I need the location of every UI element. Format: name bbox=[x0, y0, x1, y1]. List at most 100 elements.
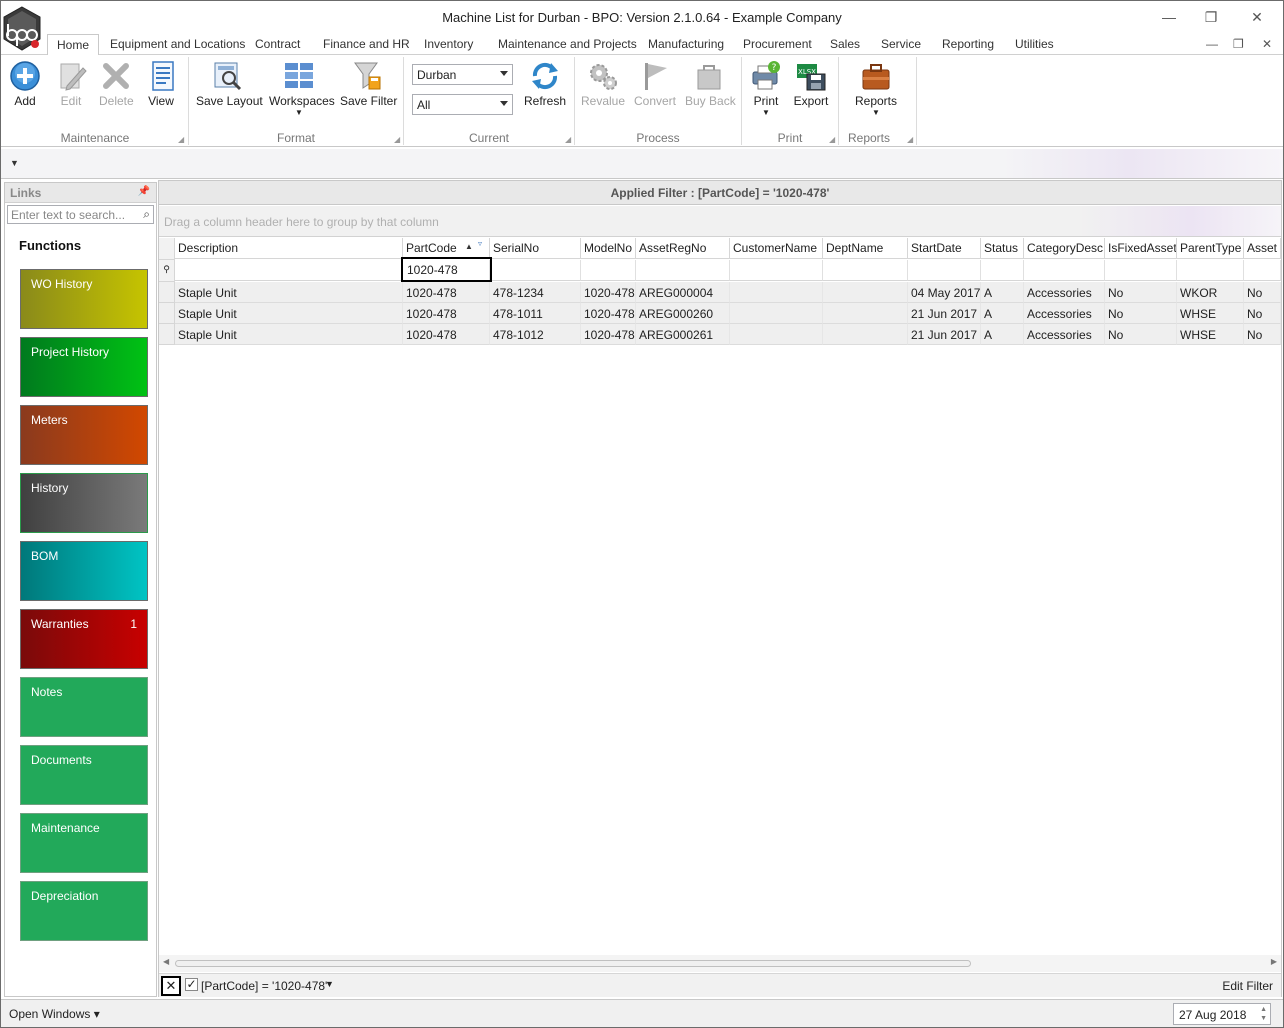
column-header-modelno[interactable]: ModelNo bbox=[581, 238, 636, 259]
date-spinner-icon[interactable]: ▲ ▼ bbox=[1260, 1005, 1267, 1023]
reports-launcher-icon[interactable]: ◢ bbox=[907, 135, 913, 144]
column-header-status[interactable]: Status bbox=[981, 238, 1024, 259]
filter-cell-categorydesc[interactable] bbox=[1024, 260, 1105, 281]
filter-expression[interactable]: [PartCode] = '1020-478' bbox=[201, 979, 327, 993]
tab-manufacturing[interactable]: Manufacturing bbox=[648, 37, 724, 51]
save-filter-button[interactable]: Save Filter bbox=[340, 60, 397, 108]
column-header-customername[interactable]: CustomerName bbox=[730, 238, 823, 259]
filter-cell-asset[interactable] bbox=[1244, 260, 1281, 281]
filter-cell-parenttype[interactable] bbox=[1177, 260, 1244, 281]
column-header-partcode[interactable]: PartCode ▲ ▿ bbox=[403, 238, 490, 259]
scrollbar-thumb[interactable] bbox=[175, 960, 971, 967]
grid-cell-modelno[interactable]: 1020-478 bbox=[581, 282, 636, 303]
column-header-serialno[interactable]: SerialNo bbox=[490, 238, 581, 259]
filter-cell-assetregno[interactable] bbox=[636, 260, 730, 281]
filter-cell-description[interactable] bbox=[175, 260, 403, 281]
site-select[interactable]: Durban bbox=[412, 64, 513, 85]
scroll-right-icon[interactable]: ▶ bbox=[1271, 957, 1277, 966]
column-header-description[interactable]: Description bbox=[175, 238, 403, 259]
grid-cell-deptname[interactable] bbox=[823, 303, 908, 324]
grid-cell-serialno[interactable]: 478-1234 bbox=[490, 282, 581, 303]
tile-maintenance[interactable]: Maintenance bbox=[20, 813, 148, 873]
links-search-input[interactable]: Enter text to search... ⌕ bbox=[7, 205, 154, 224]
workspaces-button[interactable]: Workspaces ▼ bbox=[269, 60, 335, 117]
open-windows-menu[interactable]: Open Windows ▾ bbox=[9, 1007, 100, 1021]
column-header-parenttype[interactable]: ParentType bbox=[1177, 238, 1244, 259]
edit-filter-link[interactable]: Edit Filter bbox=[1222, 979, 1273, 993]
grid-cell-isfixedasset[interactable]: No bbox=[1105, 303, 1177, 324]
grid-cell-startdate[interactable]: 04 May 2017 bbox=[908, 282, 981, 303]
grid-cell-asset[interactable]: No bbox=[1244, 324, 1281, 345]
filter-cell-modelno[interactable] bbox=[581, 260, 636, 281]
mdi-restore-button[interactable]: ❐ bbox=[1233, 37, 1244, 51]
grid-cell-description[interactable]: Staple Unit bbox=[175, 324, 403, 345]
tile-warranties[interactable]: Warranties 1 bbox=[20, 609, 148, 669]
print-button[interactable]: ? Print ▼ bbox=[750, 60, 782, 117]
grid-cell-serialno[interactable]: 478-1011 bbox=[490, 303, 581, 324]
filter-cell-serialno[interactable] bbox=[490, 260, 581, 281]
status-select[interactable]: All bbox=[412, 94, 513, 115]
grid-cell-assetregno[interactable]: AREG000261 bbox=[636, 324, 730, 345]
edit-button[interactable]: Edit bbox=[55, 60, 87, 108]
grid-cell-customername[interactable] bbox=[730, 303, 823, 324]
save-layout-button[interactable]: Save Layout bbox=[196, 60, 263, 108]
group-by-panel[interactable]: Drag a column header here to group by th… bbox=[159, 206, 1281, 237]
search-icon[interactable]: ⌕ bbox=[143, 207, 150, 222]
tile-meters[interactable]: Meters bbox=[20, 405, 148, 465]
grid-cell-deptname[interactable] bbox=[823, 282, 908, 303]
clear-filter-button[interactable]: ✕ bbox=[161, 976, 181, 996]
tab-reporting[interactable]: Reporting bbox=[942, 37, 994, 51]
close-button[interactable]: ✕ bbox=[1247, 7, 1267, 27]
mdi-close-button[interactable]: ✕ bbox=[1262, 37, 1272, 51]
grid-cell-categorydesc[interactable]: Accessories bbox=[1024, 303, 1105, 324]
tab-procurement[interactable]: Procurement bbox=[743, 37, 812, 51]
row-indicator[interactable] bbox=[159, 282, 175, 303]
mdi-minimize-button[interactable]: — bbox=[1206, 37, 1218, 51]
grid-cell-partcode[interactable]: 1020-478 bbox=[403, 324, 490, 345]
grid-cell-categorydesc[interactable]: Accessories bbox=[1024, 282, 1105, 303]
tab-equipment-and-locations[interactable]: Equipment and Locations bbox=[110, 37, 245, 51]
tile-wo-history[interactable]: WO History bbox=[20, 269, 148, 329]
tab-finance-and-hr[interactable]: Finance and HR bbox=[323, 37, 410, 51]
grid-cell-isfixedasset[interactable]: No bbox=[1105, 324, 1177, 345]
grid-cell-customername[interactable] bbox=[730, 282, 823, 303]
convert-button[interactable]: Convert bbox=[633, 60, 677, 108]
filter-history-dropdown-icon[interactable]: ▼ bbox=[325, 979, 334, 989]
filter-cell-startdate[interactable] bbox=[908, 260, 981, 281]
delete-button[interactable]: Delete bbox=[99, 60, 134, 108]
grid-cell-categorydesc[interactable]: Accessories bbox=[1024, 324, 1105, 345]
grid-cell-status[interactable]: A bbox=[981, 282, 1024, 303]
grid-cell-partcode[interactable]: 1020-478 bbox=[403, 282, 490, 303]
add-button[interactable]: Add bbox=[9, 60, 41, 108]
filter-cell-deptname[interactable] bbox=[823, 260, 908, 281]
revalue-button[interactable]: Revalue bbox=[581, 60, 625, 108]
tile-notes[interactable]: Notes bbox=[20, 677, 148, 737]
grid-cell-asset[interactable]: No bbox=[1244, 303, 1281, 324]
row-indicator[interactable] bbox=[159, 324, 175, 345]
print-launcher-icon[interactable]: ◢ bbox=[829, 135, 835, 144]
tab-service[interactable]: Service bbox=[881, 37, 921, 51]
refresh-button[interactable]: Refresh bbox=[523, 60, 567, 108]
grid-cell-description[interactable]: Staple Unit bbox=[175, 282, 403, 303]
grid-cell-description[interactable]: Staple Unit bbox=[175, 303, 403, 324]
grid-cell-startdate[interactable]: 21 Jun 2017 bbox=[908, 303, 981, 324]
column-header-isfixedasset[interactable]: IsFixedAsset bbox=[1105, 238, 1177, 259]
tile-depreciation[interactable]: Depreciation bbox=[20, 881, 148, 941]
buy-back-button[interactable]: Buy Back bbox=[685, 60, 736, 108]
grid-cell-assetregno[interactable]: AREG000004 bbox=[636, 282, 730, 303]
row-indicator[interactable] bbox=[159, 303, 175, 324]
tile-history[interactable]: History bbox=[20, 473, 148, 533]
grid-cell-parenttype[interactable]: WHSE bbox=[1177, 324, 1244, 345]
restore-button[interactable]: ❐ bbox=[1201, 7, 1221, 27]
grid-cell-asset[interactable]: No bbox=[1244, 282, 1281, 303]
filter-cell-status[interactable] bbox=[981, 260, 1024, 281]
column-header-categorydesc[interactable]: CategoryDesc bbox=[1024, 238, 1105, 259]
current-launcher-icon[interactable]: ◢ bbox=[565, 135, 571, 144]
reports-button[interactable]: Reports ▼ bbox=[854, 60, 898, 117]
filter-cell-customername[interactable] bbox=[730, 260, 823, 281]
column-filter-icon[interactable]: ▿ bbox=[478, 239, 482, 248]
horizontal-scrollbar[interactable]: ◀ ▶ bbox=[159, 955, 1281, 972]
grid-cell-modelno[interactable]: 1020-478 bbox=[581, 324, 636, 345]
column-header-deptname[interactable]: DeptName bbox=[823, 238, 908, 259]
column-header-assetregno[interactable]: AssetRegNo bbox=[636, 238, 730, 259]
